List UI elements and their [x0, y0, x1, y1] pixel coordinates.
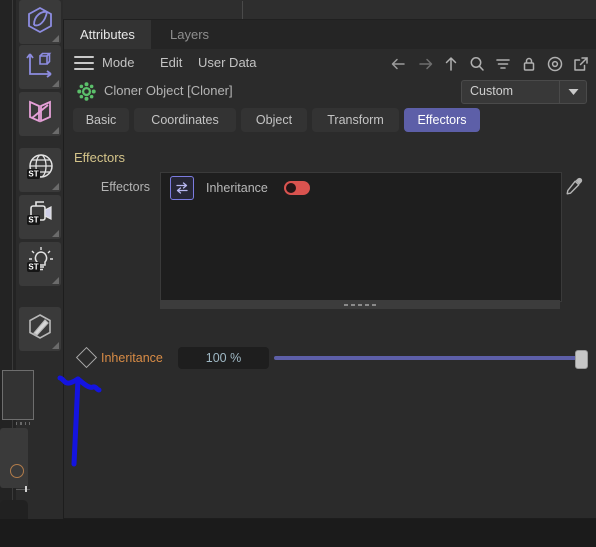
deformer-icon — [25, 97, 55, 132]
layout-dropdown-value: Custom — [470, 84, 514, 98]
inheritance-slider-knob[interactable] — [575, 350, 588, 369]
spline-primitive-icon — [25, 5, 55, 40]
eyedropper-icon[interactable] — [564, 176, 584, 196]
tab-attributes[interactable]: Attributes — [64, 20, 151, 49]
object-row: Cloner Object [Cloner] Custom — [64, 77, 596, 105]
open-external-icon[interactable] — [571, 55, 590, 74]
svg-text:ST: ST — [28, 169, 38, 178]
left-icon-toolbar: ST ST ST — [0, 0, 63, 547]
inheritance-effector-icon — [170, 176, 194, 200]
toolbar-button-axis-cube[interactable] — [19, 45, 61, 89]
inheritance-parameter-row: Inheritance 100 % — [0, 345, 596, 371]
menu-item-edit-label: Edit — [160, 55, 183, 70]
target-icon[interactable] — [545, 55, 564, 74]
axis-cube-icon — [25, 50, 55, 85]
section-title: Effectors — [74, 150, 126, 165]
leftover-slider-line — [16, 489, 30, 490]
bottom-bar — [0, 519, 596, 547]
forward-arrow-icon[interactable] — [415, 55, 434, 74]
sub-tab-object-label: Object — [255, 113, 293, 127]
toolbar-button-light[interactable]: ST — [19, 242, 61, 286]
inheritance-parameter-label: Inheritance — [101, 351, 163, 365]
sub-tab-basic[interactable]: Basic — [73, 108, 129, 132]
svg-text:ST: ST — [28, 262, 38, 271]
sub-tab-effectors-label: Effectors — [417, 113, 467, 127]
toolbar-button-spline-primitive[interactable] — [19, 0, 61, 44]
panel-tab-row: Attributes Layers — [64, 20, 596, 49]
keyframe-diamond-icon[interactable] — [75, 346, 98, 369]
menu-item-user-data[interactable]: User Data — [198, 49, 257, 77]
toolbar-button-deformer[interactable] — [19, 92, 61, 136]
leftover-button-stack — [0, 428, 28, 488]
cloner-object-icon — [77, 82, 96, 101]
sub-tab-object[interactable]: Object — [241, 108, 307, 132]
top-strip — [63, 0, 596, 19]
inheritance-value-field[interactable]: 100 % — [178, 347, 269, 369]
leftover-drag-dots — [16, 421, 30, 426]
tab-attributes-label: Attributes — [80, 27, 135, 42]
list-item-label: Inheritance — [206, 181, 268, 195]
filter-icon[interactable] — [493, 55, 512, 74]
resize-grip[interactable] — [160, 300, 560, 309]
svg-text:ST: ST — [28, 215, 38, 224]
leftover-ring-icon — [10, 464, 24, 478]
list-item-enable-toggle[interactable] — [283, 181, 310, 195]
sub-tab-basic-label: Basic — [85, 113, 117, 127]
sub-tab-transform-label: Transform — [327, 113, 384, 127]
sculpt-pencil-icon — [25, 312, 55, 347]
sub-tab-coordinates[interactable]: Coordinates — [134, 108, 236, 132]
application-window: ST ST ST Attributes Layers Mode Edit Use… — [0, 0, 596, 547]
tab-layers[interactable]: Layers — [154, 20, 225, 49]
menu-item-mode-label: Mode — [102, 55, 135, 70]
effectors-field-label: Effectors — [100, 180, 150, 194]
chevron-down-icon[interactable] — [559, 81, 586, 103]
tab-layers-label: Layers — [170, 27, 210, 42]
menu-icon[interactable] — [74, 56, 94, 70]
sub-tab-effectors[interactable]: Effectors — [404, 108, 480, 132]
panel-menu-row: Mode Edit User Data — [64, 49, 596, 77]
toolbar-button-camera[interactable]: ST — [19, 195, 61, 239]
inheritance-slider-track[interactable] — [274, 356, 586, 360]
sub-tab-transform[interactable]: Transform — [312, 108, 399, 132]
camera-icon: ST — [24, 199, 56, 236]
light-icon: ST — [24, 246, 56, 283]
leftover-slider-tick — [25, 486, 27, 492]
top-strip-divider — [242, 1, 243, 19]
object-name: Cloner Object [Cloner] — [104, 83, 233, 98]
back-arrow-icon[interactable] — [389, 55, 408, 74]
menu-item-edit[interactable]: Edit — [160, 49, 182, 77]
search-icon[interactable] — [467, 55, 486, 74]
sub-tab-coordinates-label: Coordinates — [151, 113, 219, 127]
layout-dropdown[interactable]: Custom — [461, 80, 587, 104]
menu-item-user-data-label: User Data — [198, 55, 257, 70]
lock-icon[interactable] — [519, 55, 538, 74]
panel-tool-icons — [389, 51, 590, 77]
up-arrow-icon[interactable] — [441, 55, 460, 74]
list-item[interactable]: Inheritance — [161, 173, 561, 203]
menu-item-mode[interactable]: Mode — [102, 49, 135, 77]
sub-tab-row: Basic Coordinates Object Transform Effec… — [64, 108, 596, 138]
effectors-list[interactable]: Inheritance — [160, 172, 562, 302]
leftover-panel-fragment — [2, 370, 34, 420]
